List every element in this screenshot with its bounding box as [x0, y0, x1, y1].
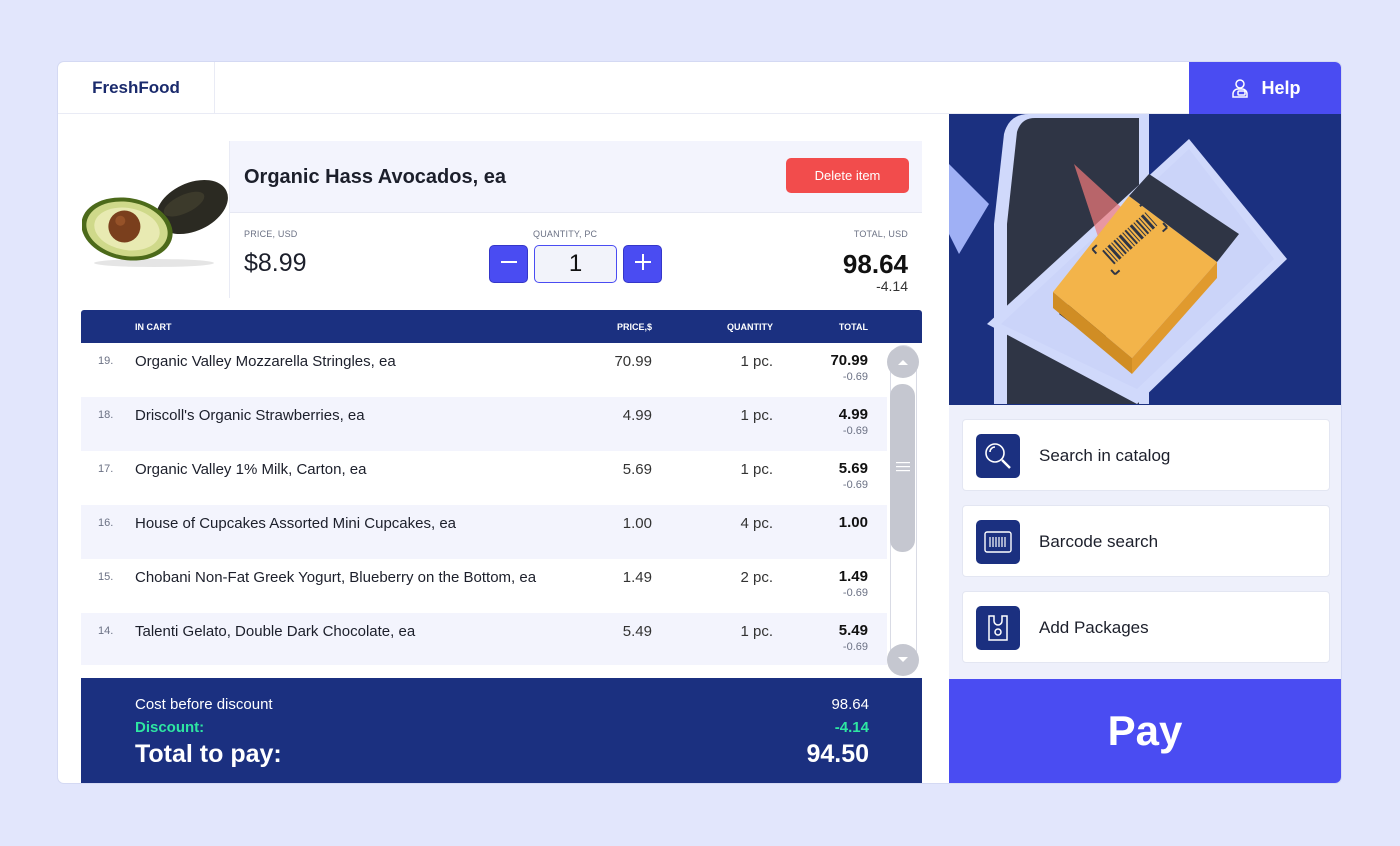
row-quantity: 1 pc. [740, 353, 773, 370]
delete-item-button[interactable]: Delete item [786, 158, 909, 193]
header-price: PRICE,$ [616, 322, 652, 332]
row-total: 1.00 [838, 514, 868, 531]
row-total: 5.69 [838, 460, 868, 477]
row-total: 70.99 [830, 352, 868, 369]
row-total: 4.99 [838, 406, 868, 423]
row-number: 15. [98, 571, 114, 583]
row-name: Chobani Non-Fat Greek Yogurt, Blueberry … [135, 569, 537, 586]
total-label: TOTAL, USD [853, 229, 908, 239]
row-discount: -0.69 [842, 371, 868, 383]
search-catalog-label: Search in catalog [1039, 446, 1171, 465]
drag-handle-icon [895, 459, 910, 477]
row-number: 17. [98, 463, 114, 475]
product-name: Organic Hass Avocados, ea [244, 166, 506, 188]
total-to-pay-label: Total to pay: [135, 740, 282, 768]
table-row[interactable]: 18. Driscoll's Organic Strawberries, ea … [81, 397, 887, 451]
scroll-up-button[interactable] [887, 346, 919, 378]
scroll-thumb[interactable] [890, 384, 915, 552]
minus-icon [499, 252, 519, 277]
row-price: 5.49 [622, 623, 652, 640]
row-quantity: 4 pc. [740, 515, 773, 532]
add-packages-label: Add Packages [1039, 618, 1149, 637]
price-label: PRICE, USD [244, 229, 298, 239]
row-total: 5.49 [838, 622, 868, 639]
row-quantity: 1 pc. [740, 407, 773, 424]
cart-scrollbar[interactable] [887, 344, 920, 676]
row-price: 1.00 [622, 515, 652, 532]
help-label: Help [1261, 77, 1301, 98]
row-total: 1.49 [838, 568, 868, 585]
barcode-search-label: Barcode search [1039, 532, 1159, 551]
app-header: FreshFood Help [58, 62, 1341, 114]
order-summary: Cost before discount 98.64 Discount: -4.… [81, 678, 922, 783]
row-number: 14. [98, 625, 114, 637]
row-price: 70.99 [614, 353, 652, 370]
search-icon [976, 434, 1020, 478]
cart-table-header: IN CART PRICE,$ QUANTITY TOTAL [81, 310, 922, 343]
table-row[interactable]: 15. Chobani Non-Fat Greek Yogurt, Bluebe… [81, 559, 887, 613]
total-to-pay-value: 94.50 [806, 740, 869, 768]
product-image [81, 167, 230, 267]
table-row[interactable]: 16. House of Cupcakes Assorted Mini Cupc… [81, 505, 887, 559]
scroll-down-button[interactable] [887, 644, 919, 676]
row-name: Organic Valley 1% Milk, Carton, ea [135, 461, 367, 478]
discount-value: -4.14 [834, 719, 869, 736]
row-price: 4.99 [622, 407, 652, 424]
row-number: 19. [98, 355, 114, 367]
row-name: Talenti Gelato, Double Dark Chocolate, e… [135, 623, 416, 640]
plus-icon [633, 252, 653, 277]
kiosk-window: FreshFood Help Organic Hass Avocados, ea… [58, 62, 1341, 783]
quantity-increase-button[interactable] [623, 245, 662, 283]
barcode-search-button[interactable]: Barcode search [962, 505, 1330, 577]
product-total: 98.64 [842, 249, 908, 279]
cost-before-discount-value: 98.64 [831, 696, 869, 713]
help-button[interactable]: Help [1189, 62, 1341, 114]
row-name: House of Cupcakes Assorted Mini Cupcakes… [135, 515, 456, 532]
quantity-label: QUANTITY, PC [533, 229, 598, 239]
table-row[interactable]: 14. Talenti Gelato, Double Dark Chocolat… [81, 613, 887, 665]
row-price: 1.49 [622, 569, 652, 586]
header-in-cart: IN CART [135, 322, 172, 332]
cost-before-discount-label: Cost before discount [135, 696, 273, 713]
row-discount: -0.69 [842, 641, 868, 653]
chevron-down-icon [897, 651, 909, 669]
pay-button[interactable]: Pay [949, 679, 1341, 783]
row-number: 16. [98, 517, 114, 529]
cart-table-body: 19. Organic Valley Mozzarella Stringles,… [81, 343, 887, 665]
search-catalog-button[interactable]: Search in catalog [962, 419, 1330, 491]
chevron-up-icon [897, 353, 909, 371]
row-name: Driscoll's Organic Strawberries, ea [135, 407, 365, 424]
row-discount: -0.69 [842, 479, 868, 491]
header-total: TOTAL [838, 322, 868, 332]
row-name: Organic Valley Mozzarella Stringles, ea [135, 353, 396, 370]
row-discount: -0.69 [842, 587, 868, 599]
add-packages-button[interactable]: Add Packages [962, 591, 1330, 663]
barcode-icon [976, 520, 1020, 564]
table-row[interactable]: 19. Organic Valley Mozzarella Stringles,… [81, 343, 887, 397]
shopping-bag-icon [976, 606, 1020, 650]
quantity-decrease-button[interactable] [489, 245, 528, 283]
product-price: $8.99 [244, 249, 307, 277]
row-price: 5.69 [622, 461, 652, 478]
scanner-illustration [949, 114, 1341, 405]
support-agent-icon [1229, 77, 1251, 99]
discount-label: Discount: [135, 719, 205, 736]
row-discount: -0.69 [842, 425, 868, 437]
product-discount: -4.14 [876, 278, 908, 294]
header-quantity: QUANTITY [727, 322, 773, 332]
row-quantity: 1 pc. [740, 461, 773, 478]
row-quantity: 2 pc. [740, 569, 773, 586]
row-number: 18. [98, 409, 114, 421]
quantity-input[interactable]: 1 [534, 245, 617, 283]
product-header: Organic Hass Avocados, ea Delete item [230, 141, 922, 213]
table-row[interactable]: 17. Organic Valley 1% Milk, Carton, ea 5… [81, 451, 887, 505]
brand-logo: FreshFood [58, 62, 215, 114]
row-quantity: 1 pc. [740, 623, 773, 640]
